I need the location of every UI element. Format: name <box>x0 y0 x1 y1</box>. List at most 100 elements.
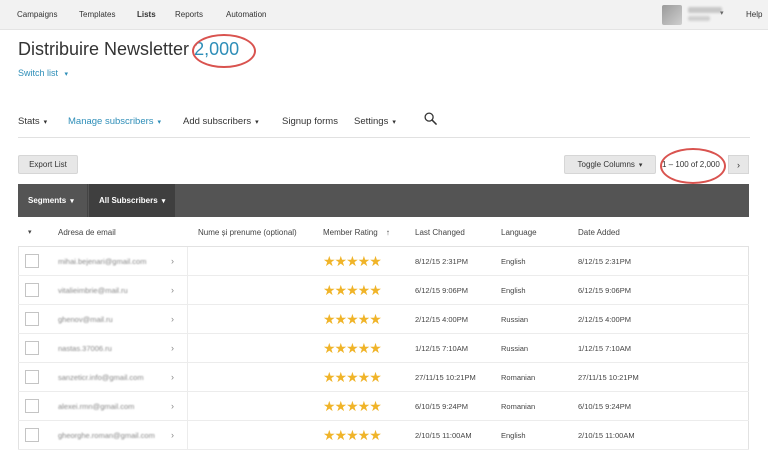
column-header-email[interactable]: Adresa de email <box>58 228 116 237</box>
toggle-columns-button[interactable]: Toggle Columns ▾ <box>564 155 656 174</box>
date-added: 6/12/15 9:06PM <box>578 286 631 295</box>
chevron-down-icon: ▾ <box>392 119 396 126</box>
search-icon[interactable] <box>424 112 437 125</box>
row-checkbox[interactable] <box>25 399 39 413</box>
subscriber-email[interactable]: vitalieimbrie@mail.ru <box>58 286 128 295</box>
chevron-down-icon: ▾ <box>255 119 259 126</box>
column-divider <box>187 247 188 276</box>
subscriber-email[interactable]: sanzeticr.info@gmail.com <box>58 373 144 382</box>
column-header-rating[interactable]: Member Rating ↑ <box>323 228 390 237</box>
column-divider <box>187 305 188 334</box>
tab-settings[interactable]: Settings ▾ <box>354 116 396 127</box>
row-checkbox[interactable] <box>25 254 39 268</box>
language: Romanian <box>501 402 536 411</box>
column-divider <box>187 276 188 305</box>
last-changed: 2/10/15 11:00AM <box>415 431 472 440</box>
language: Romanian <box>501 373 536 382</box>
next-page-button[interactable]: › <box>728 155 749 174</box>
last-changed: 27/11/15 10:21PM <box>415 373 476 382</box>
row-checkbox[interactable] <box>25 312 39 326</box>
chevron-down-icon: ▾ <box>64 71 69 78</box>
date-added: 8/12/15 2:31PM <box>578 257 631 266</box>
column-divider <box>187 363 188 392</box>
row-checkbox[interactable] <box>25 428 39 442</box>
chevron-down-icon: ▾ <box>70 198 74 205</box>
segments-label: Segments <box>28 196 67 205</box>
subscriber-email[interactable]: nastas.37006.ru <box>58 344 112 353</box>
nav-templates[interactable]: Templates <box>79 10 115 19</box>
chevron-right-icon[interactable]: › <box>171 430 174 440</box>
tab-manage-label: Manage subscribers <box>68 116 154 127</box>
last-changed: 1/12/15 7:10AM <box>415 344 468 353</box>
segments-dropdown[interactable]: Segments ▾ <box>18 184 88 217</box>
tab-stats[interactable]: Stats ▾ <box>18 116 47 127</box>
table-row[interactable]: mihai.bejenari@gmail.com › ★★★★★ 8/12/15 2:… <box>18 247 749 276</box>
subscriber-email[interactable]: mihai.bejenari@gmail.com <box>58 257 146 266</box>
chevron-right-icon[interactable]: › <box>171 314 174 324</box>
row-checkbox[interactable] <box>25 341 39 355</box>
account-name-blurred <box>688 7 722 13</box>
table-row[interactable]: nastas.37006.ru › ★★★★★ 1/12/15 7:10AM Russi… <box>18 334 749 363</box>
sort-arrow-icon: ↑ <box>385 228 390 237</box>
chevron-down-icon: ▾ <box>43 119 48 126</box>
avatar <box>662 5 682 25</box>
tab-add-subscribers[interactable]: Add subscribers ▾ <box>183 116 259 127</box>
switch-list-label: Switch list <box>18 68 59 78</box>
column-header-language[interactable]: Language <box>501 228 537 237</box>
language: English <box>501 286 526 295</box>
language: Russian <box>501 344 529 353</box>
chevron-right-icon[interactable]: › <box>171 343 174 353</box>
date-added: 1/12/15 7:10AM <box>578 344 631 353</box>
row-checkbox[interactable] <box>25 370 39 384</box>
help-link[interactable]: Help <box>746 10 762 19</box>
tab-stats-label: Stats <box>18 116 40 127</box>
chevron-down-icon: ▾ <box>720 10 724 17</box>
subscriber-email[interactable]: gheorghe.roman@gmail.com <box>58 431 155 440</box>
filter-bar: Segments ▾ All Subscribers ▾ <box>18 184 749 217</box>
column-header-name[interactable]: Nume și prenume (optional) <box>198 228 297 237</box>
language: Russian <box>501 315 529 324</box>
toggle-columns-label: Toggle Columns <box>577 160 635 169</box>
list-name: Distribuire Newsletter <box>18 39 190 59</box>
chevron-right-icon[interactable]: › <box>171 256 174 266</box>
nav-automation[interactable]: Automation <box>226 10 266 19</box>
account-menu[interactable]: ▾ <box>662 4 742 26</box>
last-changed: 2/12/15 4:00PM <box>415 315 468 324</box>
chevron-down-icon: ▾ <box>161 198 166 205</box>
chevron-down-icon[interactable]: ▾ <box>28 228 32 236</box>
subscriber-email[interactable]: alexei.rmn@gmail.com <box>58 402 134 411</box>
member-rating-stars: ★★★★★ <box>323 369 382 385</box>
column-divider <box>187 392 188 421</box>
table-row[interactable]: ghenov@mail.ru › ★★★★★ 2/12/15 4:00PM Russia… <box>18 305 749 334</box>
last-changed: 8/12/15 2:31PM <box>415 257 468 266</box>
subscriber-email[interactable]: ghenov@mail.ru <box>58 315 113 324</box>
chevron-right-icon[interactable]: › <box>171 401 174 411</box>
table-row[interactable]: sanzeticr.info@gmail.com › ★★★★★ 27/11/15 1… <box>18 363 749 392</box>
tab-signup-label: Signup forms <box>282 116 338 127</box>
chevron-right-icon[interactable]: › <box>171 285 174 295</box>
export-list-button[interactable]: Export List <box>18 155 78 174</box>
nav-lists[interactable]: Lists <box>137 10 156 19</box>
member-rating-stars: ★★★★★ <box>323 427 382 443</box>
table-row[interactable]: alexei.rmn@gmail.com › ★★★★★ 6/10/15 9:24PM… <box>18 392 749 421</box>
language: English <box>501 431 526 440</box>
tab-manage-subscribers[interactable]: Manage subscribers ▾ <box>68 116 161 127</box>
column-divider <box>187 334 188 363</box>
chevron-right-icon[interactable]: › <box>171 372 174 382</box>
column-header-last-changed[interactable]: Last Changed <box>415 228 465 237</box>
table-row[interactable]: gheorghe.roman@gmail.com › ★★★★★ 2/10/15 11… <box>18 421 749 450</box>
switch-list-link[interactable]: Switch list ▾ <box>18 68 68 78</box>
row-checkbox[interactable] <box>25 283 39 297</box>
column-header-date-added[interactable]: Date Added <box>578 228 620 237</box>
table-row[interactable]: vitalieimbrie@mail.ru › ★★★★★ 6/12/15 9:06P… <box>18 276 749 305</box>
column-rating-label: Member Rating <box>323 228 378 237</box>
tab-settings-label: Settings <box>354 116 389 127</box>
member-rating-stars: ★★★★★ <box>323 253 382 269</box>
member-rating-stars: ★★★★★ <box>323 398 382 414</box>
member-rating-stars: ★★★★★ <box>323 282 382 298</box>
nav-reports[interactable]: Reports <box>175 10 203 19</box>
tab-signup-forms[interactable]: Signup forms <box>282 116 338 127</box>
subscribers-table: ▾ Adresa de email Nume și prenume (optio… <box>18 217 749 450</box>
all-subscribers-dropdown[interactable]: All Subscribers ▾ <box>89 184 175 217</box>
nav-campaigns[interactable]: Campaigns <box>17 10 57 19</box>
